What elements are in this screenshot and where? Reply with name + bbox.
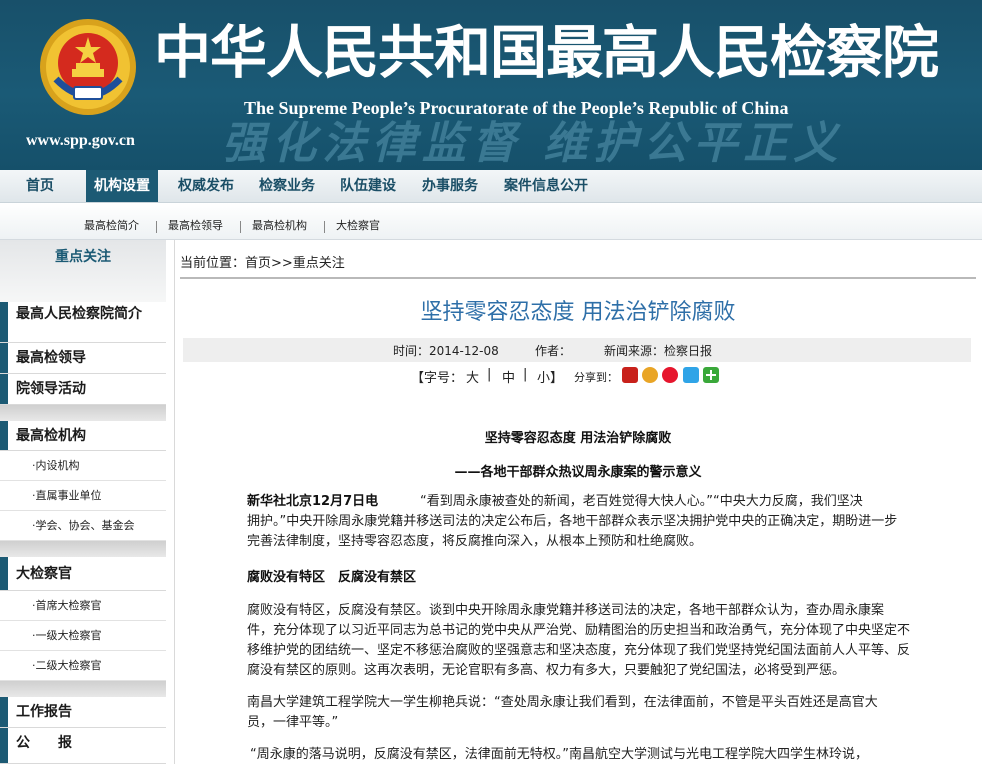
sidebar-item-work-report[interactable]: 工作报告 <box>0 697 166 728</box>
article-time: 时间：2014-12-08 <box>393 344 499 358</box>
subnav-separator <box>324 221 325 233</box>
paragraph-line: 完善法律制度，坚持零容忍态度，将反腐推向深入，从根本上预防和杜绝腐败。 <box>247 534 703 549</box>
share-renren-icon[interactable] <box>622 367 638 383</box>
sidebar-item-leader-activities[interactable]: 院领导活动 <box>0 374 166 405</box>
sidebar-subitem-second-grade[interactable]: ·二级大检察官 <box>0 651 166 681</box>
font-size-medium[interactable]: 中 <box>502 367 515 386</box>
sidebar-subitem-associations[interactable]: ·学会、协会、基金会 <box>0 511 166 541</box>
nav-team-building[interactable]: 队伍建设 <box>332 170 404 202</box>
share-weibo-icon[interactable] <box>662 367 678 383</box>
nav-organization[interactable]: 机构设置 <box>86 170 158 202</box>
breadcrumb-divider <box>180 277 976 279</box>
sidebar-subitem-label: ·二级大检察官 <box>32 659 102 672</box>
breadcrumb[interactable]: 当前位置：首页>>重点关注 <box>180 252 345 271</box>
sidebar-subitem-first-grade[interactable]: ·一级大检察官 <box>0 621 166 651</box>
sidebar-item-label: 最高人民检察院简介 <box>16 306 142 322</box>
subnav-separator <box>240 221 241 233</box>
sidebar-item-label: 最高检机构 <box>16 428 86 444</box>
article-meta-bar <box>183 338 971 362</box>
paragraph-line: 件，充分体现了以习近平同志为总书记的党中央从严治党、励精图治的历史担当和政治勇气… <box>247 623 911 638</box>
sidebar-divider <box>0 405 166 421</box>
site-header: 中华人民共和国最高人民检察院 The Supreme People’s Proc… <box>0 0 982 170</box>
font-size-prefix: 【字号： <box>411 371 464 386</box>
header-slogan: 强化法律监督 维护公平正义 <box>222 118 844 169</box>
article-title: 坚持零容忍态度 用法治铲除腐败 <box>420 300 736 325</box>
paragraph-line: 南昌大学建筑工程学院大一学生柳艳兵说：“查处周永康让我们看到，在法律面前，不管是… <box>247 695 878 710</box>
sidebar-subitem-chief[interactable]: ·首席大检察官 <box>0 591 166 621</box>
paragraph-line: 移维护党的团结统一、坚定不移惩治腐败的坚强意志和坚决态度，充分体现了我们党坚持党… <box>247 643 911 658</box>
sidebar-divider <box>0 681 166 697</box>
nav-procuratorial-work[interactable]: 检察业务 <box>251 170 323 202</box>
site-url[interactable]: www.spp.gov.cn <box>26 132 135 150</box>
sidebar-item-spp-intro[interactable]: 最高人民检察院简介 <box>0 302 166 343</box>
paragraph-line: “看到周永康被查处的新闻，老百姓觉得大快人心。”“中央大力反腐，我们坚决 <box>420 494 863 509</box>
font-size-small[interactable]: 小 <box>537 367 550 386</box>
sidebar-item-institutions[interactable]: 最高检机构 <box>0 421 166 451</box>
share-tencent-icon[interactable] <box>683 367 699 383</box>
article-author: 作者： <box>535 344 572 358</box>
paragraph-line: 腐没有禁区的原则。这再次表明，无论官职有多高、权力有多大，只要触犯了党纪国法，必… <box>247 663 846 678</box>
sidebar-header: 重点关注 <box>0 240 166 302</box>
sidebar-heading: 重点关注 <box>55 249 111 265</box>
sidebar-subitem-label: ·学会、协会、基金会 <box>32 519 135 532</box>
font-size-large[interactable]: 大 <box>466 367 479 386</box>
nav-home[interactable]: 首页 <box>18 170 62 202</box>
body-subtitle: ——各地干部群众热议周永康案的警示意义 <box>454 465 702 480</box>
article-dateline: 新华社北京12月7日电 <box>247 494 379 509</box>
sidebar-item-label: 公 报 <box>16 735 72 751</box>
subnav-separator <box>156 221 157 233</box>
nav-releases[interactable]: 权威发布 <box>170 170 242 202</box>
sub-nav: 最高检简介 最高检领导 最高检机构 大检察官 <box>0 203 982 240</box>
nav-case-info[interactable]: 案件信息公开 <box>496 170 596 202</box>
sidebar-item-label: 院领导活动 <box>16 381 86 397</box>
sidebar: 重点关注 最高人民检察院简介 最高检领导 院领导活动 最高检机构 ·内设机构 ·… <box>0 240 166 764</box>
paragraph-line: “周永康的落马说明，反腐没有禁区，法律面前无特权。”南昌航空大学测试与光电工程学… <box>250 747 868 762</box>
share-kaixin-icon[interactable] <box>642 367 658 383</box>
section-heading: 腐败没有特区 反腐没有禁区 <box>247 570 417 585</box>
sidebar-subitem-internal[interactable]: ·内设机构 <box>0 451 166 481</box>
main-nav: 首页 机构设置 权威发布 检察业务 队伍建设 办事服务 案件信息公开 <box>0 170 982 203</box>
sidebar-subitem-label: ·内设机构 <box>32 459 80 472</box>
article-source: 新闻来源：检察日报 <box>604 344 713 358</box>
site-title-cn: 中华人民共和国最高人民检察院 <box>154 19 939 86</box>
sidebar-subitem-label: ·直属事业单位 <box>32 489 102 502</box>
share-label: 分享到： <box>574 371 618 384</box>
sidebar-subitem-label: ·首席大检察官 <box>32 599 102 612</box>
paragraph-line: 腐败没有特区，反腐没有禁区。谈到中央开除周永康党籍并移送司法的决定，各地干部群众… <box>247 603 885 618</box>
sidebar-item-procurators[interactable]: 大检察官 <box>0 557 166 591</box>
body-title: 坚持零容忍态度 用法治铲除腐败 <box>484 431 672 446</box>
sidebar-item-label: 最高检领导 <box>16 350 86 366</box>
font-size-separator: | <box>487 367 492 382</box>
font-size-separator: | <box>523 367 528 382</box>
sidebar-item-label: 大检察官 <box>16 566 72 582</box>
paragraph-line: 拥护。”中央开除周永康党籍并移送司法的决定公布后，各地干部群众表示坚决拥护党中央… <box>247 514 898 529</box>
sidebar-item-bulletin[interactable]: 公 报 <box>0 728 166 764</box>
sidebar-divider <box>0 541 166 557</box>
sidebar-item-leaders[interactable]: 最高检领导 <box>0 343 166 374</box>
nav-services[interactable]: 办事服务 <box>414 170 486 202</box>
sidebar-subitem-affiliated[interactable]: ·直属事业单位 <box>0 481 166 511</box>
sidebar-subitem-label: ·一级大检察官 <box>32 629 102 642</box>
share-more-icon[interactable] <box>703 367 719 383</box>
procuratorate-emblem-icon <box>40 19 136 115</box>
plus-icon <box>706 370 716 380</box>
paragraph-line: 员，一律平等。” <box>247 715 339 730</box>
sidebar-item-label: 工作报告 <box>16 704 72 720</box>
font-size-suffix: 】 <box>550 371 564 386</box>
